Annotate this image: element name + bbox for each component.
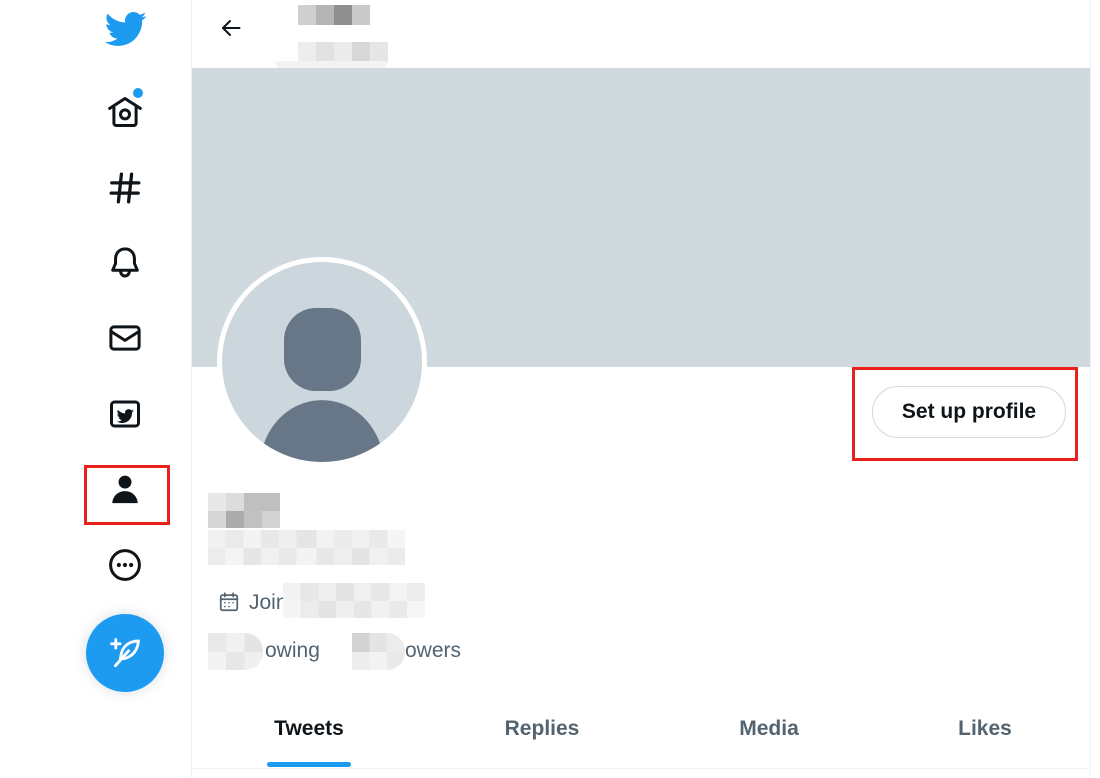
redaction-pixelation: [208, 530, 405, 565]
joined-date-text: Join: [249, 591, 288, 614]
sidebar-item-explore[interactable]: [97, 160, 153, 216]
tab-active-indicator: [267, 762, 351, 767]
more-icon: [109, 549, 141, 581]
set-up-profile-label: Set up profile: [901, 400, 1037, 423]
tab-media[interactable]: Media: [658, 690, 880, 768]
home-icon: [108, 97, 142, 127]
person-icon: [112, 475, 138, 504]
sidebar-item-profile[interactable]: [97, 461, 153, 517]
back-button[interactable]: [215, 12, 247, 44]
redaction-pixelation: [352, 633, 405, 670]
sidebar-item-messages[interactable]: [97, 310, 153, 366]
sidebar-item-twitter-blue[interactable]: [97, 386, 153, 442]
tab-replies[interactable]: Replies: [426, 690, 658, 768]
mail-icon: [109, 325, 141, 351]
twitter-logo-link[interactable]: [97, 1, 153, 57]
tab-label: Tweets: [274, 717, 344, 740]
sidebar-item-notifications[interactable]: [97, 235, 153, 291]
hashtag-icon: [109, 172, 141, 204]
following-link[interactable]: owing: [265, 638, 320, 664]
profile-avatar[interactable]: [217, 257, 427, 467]
back-arrow-icon: [222, 20, 241, 36]
twitter-blue-icon: [110, 400, 140, 428]
bell-icon: [111, 247, 139, 278]
redaction-pixelation: [208, 493, 280, 528]
redaction-pixelation: [208, 633, 263, 670]
tab-label: Likes: [958, 717, 1012, 740]
set-up-profile-button[interactable]: Set up profile: [872, 386, 1066, 438]
calendar-icon-wrap: [218, 591, 240, 613]
default-avatar-icon: [217, 257, 427, 467]
redaction-pixelation: [283, 583, 425, 618]
redaction-pixelation: [298, 5, 370, 25]
followers-link[interactable]: owers: [405, 638, 461, 664]
twitter-bird-icon: [104, 12, 147, 46]
tab-label: Media: [739, 717, 799, 740]
calendar-icon: [219, 592, 239, 612]
compose-tweet-icon: [110, 638, 140, 668]
compose-tweet-button[interactable]: [86, 614, 164, 692]
redaction-pixelation: [298, 42, 388, 62]
profile-tabs: Tweets Replies Media Likes: [192, 690, 1090, 769]
tab-likes[interactable]: Likes: [880, 690, 1090, 768]
notification-dot: [133, 88, 143, 98]
sidebar-item-home[interactable]: [97, 84, 153, 140]
tab-tweets[interactable]: Tweets: [192, 690, 426, 768]
tab-label: Replies: [504, 717, 580, 740]
column-divider: [1090, 0, 1091, 778]
sidebar-item-more[interactable]: [97, 537, 153, 593]
left-sidebar: [0, 0, 192, 778]
